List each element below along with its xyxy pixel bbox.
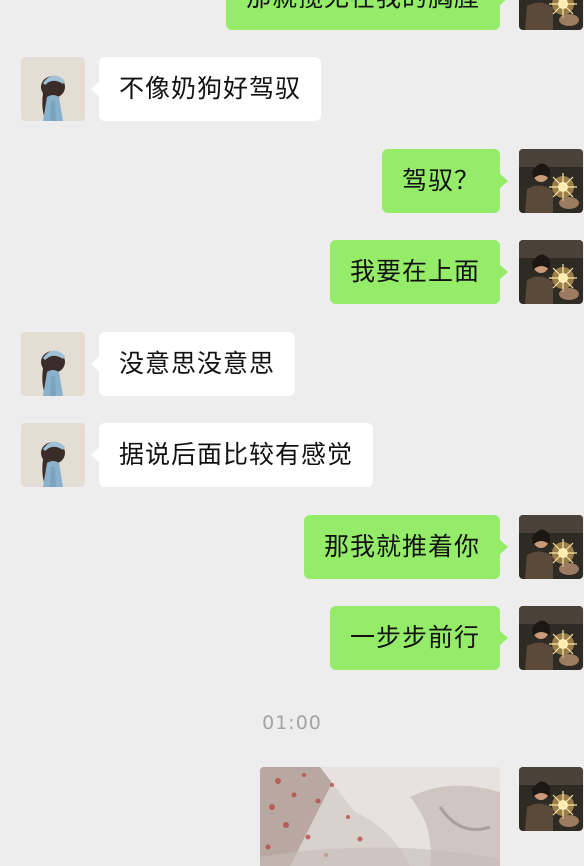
message-bubble-received[interactable]: 没意思没意思 (90, 332, 296, 396)
message-bubble-received[interactable]: 据说后面比较有感觉 (90, 423, 374, 487)
message-bubble-sent[interactable]: 驾驭？ (381, 149, 509, 213)
image-message[interactable] (260, 767, 500, 866)
avatar-sparkler-icon[interactable] (519, 767, 583, 831)
message-bubble-sent[interactable]: 一步步前行 (329, 606, 509, 670)
avatar-sparkler-icon[interactable] (519, 240, 583, 304)
message-bubble-sent[interactable]: 我要在上面 (329, 240, 509, 304)
avatar-girl-icon[interactable] (21, 57, 85, 121)
message-timestamp: 01:00 (262, 712, 322, 734)
message-bubble-sent[interactable]: 那就揽无在我的胸膛 (225, 0, 509, 30)
photo-thumbnail (260, 767, 500, 866)
avatar-sparkler-icon[interactable] (519, 606, 583, 670)
message-bubble-received[interactable]: 不像奶狗好驾驭 (90, 57, 322, 121)
avatar-girl-icon[interactable] (21, 423, 85, 487)
avatar-sparkler-icon[interactable] (519, 149, 583, 213)
message-bubble-sent[interactable]: 那我就推着你 (303, 515, 509, 579)
avatar-sparkler-icon[interactable] (519, 0, 583, 30)
avatar-sparkler-icon[interactable] (519, 515, 583, 579)
avatar-girl-icon[interactable] (21, 332, 85, 396)
chat-area[interactable]: 那就揽无在我的胸膛 不像奶狗好驾驭 驾驭？ 我要在上面 没意思没意思 据说后面比… (0, 0, 584, 866)
